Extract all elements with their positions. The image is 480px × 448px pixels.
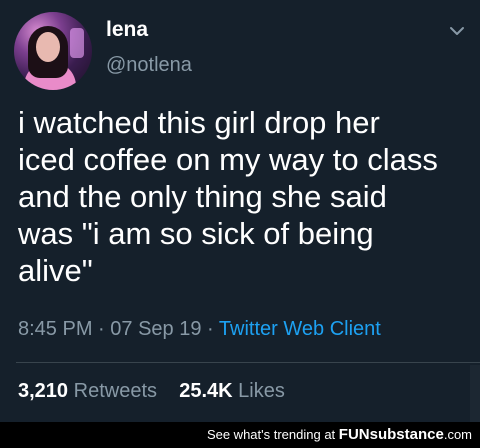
avatar-background-light — [70, 28, 84, 58]
retweets-label: Retweets — [73, 380, 157, 402]
avatar[interactable] — [14, 12, 92, 90]
tweet-meta: 8:45 PM · 07 Sep 19 · Twitter Web Client — [18, 318, 381, 341]
footer-brand: FUNsubstance — [338, 426, 444, 443]
tweet-date[interactable]: 07 Sep 19 — [110, 318, 201, 340]
footer-suffix: .com — [443, 427, 472, 442]
scrollbar[interactable] — [470, 365, 480, 422]
tweet-text: i watched this girl drop her iced coffee… — [18, 104, 473, 289]
tweet-text-line: iced coffee on my way to class — [18, 142, 438, 177]
tweet-text-line: alive" — [18, 253, 93, 288]
divider — [16, 362, 480, 363]
display-name[interactable]: lena — [106, 18, 148, 42]
watermark-footer: See what's trending at FUNsubstance.com — [0, 422, 480, 448]
tweet-text-line: i watched this girl drop her — [18, 105, 380, 140]
retweets-count: 3,210 — [18, 380, 69, 402]
separator: · — [207, 318, 214, 340]
footer-text: See what's trending at — [206, 427, 336, 442]
likes-stat[interactable]: 25.4K Likes — [179, 380, 285, 402]
tweet-text-line: and the only thing she said — [18, 179, 387, 214]
tweet-card: lena @notlena i watched this girl drop h… — [0, 0, 480, 448]
retweets-stat[interactable]: 3,210 Retweets — [18, 380, 157, 402]
likes-count: 25.4K — [179, 380, 233, 402]
engagement-stats: 3,210 Retweets 25.4K Likes — [18, 380, 285, 403]
separator: · — [98, 318, 105, 340]
user-handle[interactable]: @notlena — [106, 54, 192, 77]
avatar-face — [36, 32, 60, 62]
chevron-down-icon[interactable] — [448, 22, 466, 40]
tweet-text-line: was "i am so sick of being — [18, 216, 374, 251]
tweet-time[interactable]: 8:45 PM — [18, 318, 92, 340]
likes-label: Likes — [238, 380, 285, 402]
tweet-client-link[interactable]: Twitter Web Client — [219, 318, 381, 340]
